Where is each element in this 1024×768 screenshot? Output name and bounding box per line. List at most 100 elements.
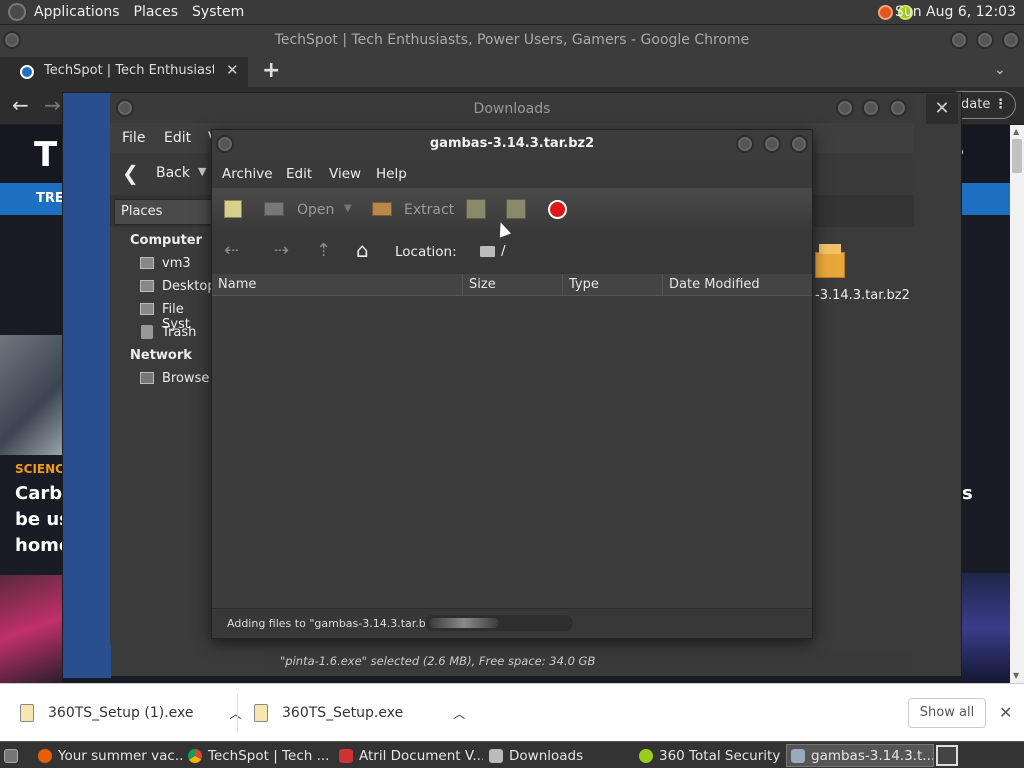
archive-forward-icon[interactable]: ⇢ [274,240,289,261]
back-button-label[interactable]: Back [156,165,190,181]
task-firefox-label: Your summer vac... [58,747,184,764]
location-path[interactable]: / [501,243,506,259]
chrome-menu-button[interactable] [3,31,21,49]
column-date-modified[interactable]: Date Modified [663,274,812,296]
clock[interactable]: Sun Aug 6, 12:03 [895,4,1016,20]
download-item-2-label: 360TS_Setup.exe [282,705,404,721]
task-360-total-security[interactable]: 360 Total Security [639,744,781,767]
archive-menu-archive[interactable]: Archive [222,166,273,182]
column-type[interactable]: Type [563,274,663,296]
tab-close-icon[interactable]: ✕ [226,61,239,79]
archive-menu-help[interactable]: Help [376,166,407,182]
extract-button-label[interactable]: Extract [404,202,454,218]
archive-manager-window: gambas-3.14.3.tar.bz2 Archive Edit View … [211,129,813,639]
forward-arrow-icon[interactable]: → [44,93,61,117]
add-files-icon[interactable] [466,199,486,219]
open-dropdown-icon[interactable]: ▼ [344,203,352,214]
tab-title: TechSpot | Tech Enthusiasts, P [44,63,214,78]
workspace-switcher[interactable] [936,745,958,766]
downloads-bar-close-icon[interactable]: ✕ [999,703,1012,722]
archive-minimize-button[interactable] [736,135,754,153]
archive-back-icon[interactable]: ⇠ [224,240,239,261]
applications-menu[interactable]: Applications [34,4,120,20]
system-logo-icon[interactable] [8,3,26,21]
column-name[interactable]: Name [212,274,463,296]
update-label: date [961,97,991,112]
new-tab-icon[interactable]: + [262,58,280,83]
chrome-minimize-button[interactable] [950,31,968,49]
scroll-down-icon[interactable]: ▼ [1013,671,1019,680]
archive-status-text: Adding files to "gambas-3.14.3.tar.bz2" [227,617,444,630]
download-item-1[interactable]: 360TS_Setup (1).exe ︿ [20,684,242,742]
downloads-menu-edit[interactable]: Edit [164,130,191,146]
atril-icon [339,748,353,763]
show-desktop-button[interactable] [4,744,24,767]
system-menu[interactable]: System [192,4,244,20]
techspot-logo[interactable]: T [34,135,57,175]
downloads-close-button[interactable] [889,99,907,117]
archive-title: gambas-3.14.3.tar.bz2 [429,136,595,151]
task-downloads[interactable]: Downloads [489,744,629,767]
show-all-button[interactable]: Show all [908,698,986,728]
back-dropdown-icon[interactable]: ▼ [198,165,206,178]
places-dropdown[interactable]: Places [114,199,212,225]
site-nav-item[interactable]: TRE [36,191,64,206]
back-arrow-icon[interactable]: ← [12,93,29,117]
sidebar-item-desktop[interactable]: Desktop [162,279,216,294]
downloads-maximize-button[interactable] [862,99,880,117]
add-folder-icon[interactable] [506,199,526,219]
chrome-window-title: TechSpot | Tech Enthusiasts, Power Users… [274,32,750,48]
file-list[interactable] [212,296,812,608]
tab-list-chevron-icon[interactable]: ⌄ [994,62,1006,78]
task-chrome[interactable]: TechSpot | Tech ... [188,744,334,767]
task-atril[interactable]: Atril Document V... [339,744,483,767]
article-image[interactable] [0,335,62,455]
archive-maximize-button[interactable] [763,135,781,153]
download-item-2[interactable]: 360TS_Setup.exe ︿ [254,684,465,742]
sidebar-item-trash[interactable]: Trash [162,325,196,340]
scroll-thumb[interactable] [1012,139,1022,173]
article-image-2[interactable] [0,575,62,683]
download-item-1-chevron-icon[interactable]: ︿ [229,705,241,722]
task-atril-label: Atril Document V... [359,747,483,764]
tray-app-icon[interactable] [878,5,893,20]
places-menu[interactable]: Places [134,4,179,20]
archive-up-icon[interactable]: ⇡ [316,240,331,261]
chrome-tab-techspot[interactable]: TechSpot | Tech Enthusiasts, P ✕ [0,57,248,87]
archive-progress-bar [425,615,573,631]
archive-menu-view[interactable]: View [329,166,361,182]
downloads-titlebar: Downloads [110,95,914,123]
new-archive-icon[interactable] [224,200,242,218]
location-label: Location: [395,244,457,260]
downloads-menu-button[interactable] [116,99,134,117]
downloads-sidebar: Computer vm3 Desktop File Syst Trash Net… [110,227,223,645]
extract-icon[interactable] [372,202,392,216]
task-firefox[interactable]: Your summer vac... [38,744,184,767]
chrome-maximize-button[interactable] [976,31,994,49]
stop-icon[interactable] [548,200,567,219]
kebab-menu-icon[interactable]: ⋮ [994,92,1007,118]
archive-file-icon[interactable] [813,242,847,280]
open-folder-icon[interactable] [264,202,284,216]
archive-close-button[interactable] [790,135,808,153]
archive-menu-edit[interactable]: Edit [286,166,312,182]
chrome-close-button[interactable] [1002,31,1020,49]
archive-menu-button[interactable] [216,135,234,153]
downloads-minimize-button[interactable] [836,99,854,117]
downloads-close-icon[interactable]: ✕ [926,94,958,124]
column-size[interactable]: Size [463,274,563,296]
article-image-3[interactable] [962,573,1010,683]
open-button-label[interactable]: Open [297,202,334,218]
scroll-up-icon[interactable]: ▲ [1013,127,1019,136]
back-icon[interactable]: ❮ [122,161,139,185]
downloads-title: Downloads [473,101,551,117]
right-article-fragment: s [962,483,973,504]
download-item-2-chevron-icon[interactable]: ︿ [453,705,465,722]
sidebar-item-vm3[interactable]: vm3 [162,256,191,271]
archive-file-label[interactable]: -3.14.3.tar.bz2 [815,288,910,303]
trash-icon [141,325,153,339]
page-scrollbar[interactable]: ▲ ▼ [1010,125,1024,683]
downloads-menu-file[interactable]: File [122,130,145,146]
task-gambas-archive[interactable]: gambas-3.14.3.t... [786,744,934,767]
archive-home-icon[interactable]: ⌂ [356,238,369,262]
